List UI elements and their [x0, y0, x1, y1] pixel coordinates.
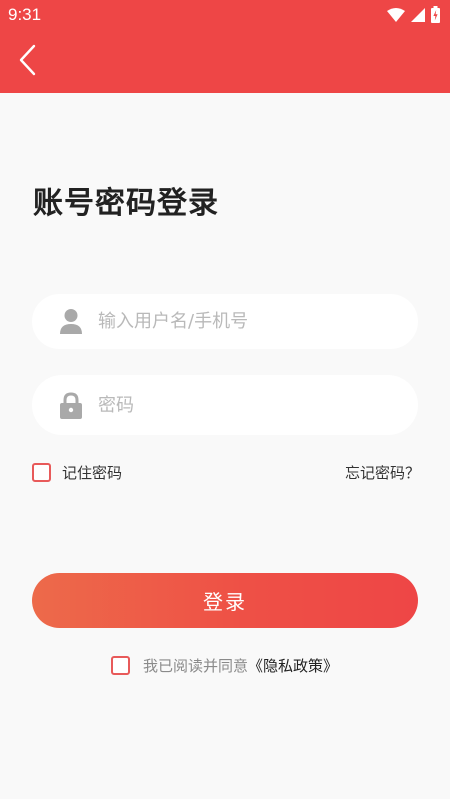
status-time: 9:31	[8, 5, 42, 24]
page-title: 账号密码登录	[33, 186, 219, 221]
lock-icon	[58, 391, 84, 419]
agreement-text[interactable]: 我已阅读并同意	[143, 657, 248, 675]
username-field[interactable]	[32, 294, 418, 349]
privacy-policy-link[interactable]: 《隐私政策》	[248, 657, 338, 675]
login-button[interactable]: 登录	[32, 573, 418, 628]
status-icons	[387, 5, 440, 27]
agreement-checkbox[interactable]	[111, 656, 130, 675]
back-button[interactable]	[10, 42, 46, 82]
remember-password-checkbox[interactable]	[32, 463, 51, 482]
remember-password-label[interactable]: 记住密码	[62, 462, 122, 483]
user-icon	[58, 308, 84, 336]
agreement-row: 我已阅读并同意《隐私政策》	[143, 655, 338, 676]
wifi-icon	[387, 7, 405, 26]
chevron-left-icon	[18, 44, 38, 80]
username-input[interactable]	[98, 311, 388, 332]
app-header: 9:31	[0, 0, 450, 93]
password-input[interactable]	[98, 394, 388, 416]
signal-icon	[411, 7, 425, 26]
password-field[interactable]	[32, 375, 418, 435]
battery-charging-icon	[431, 5, 440, 27]
forgot-password-link[interactable]: 忘记密码？	[345, 462, 420, 483]
status-bar: 9:31	[0, 0, 450, 32]
